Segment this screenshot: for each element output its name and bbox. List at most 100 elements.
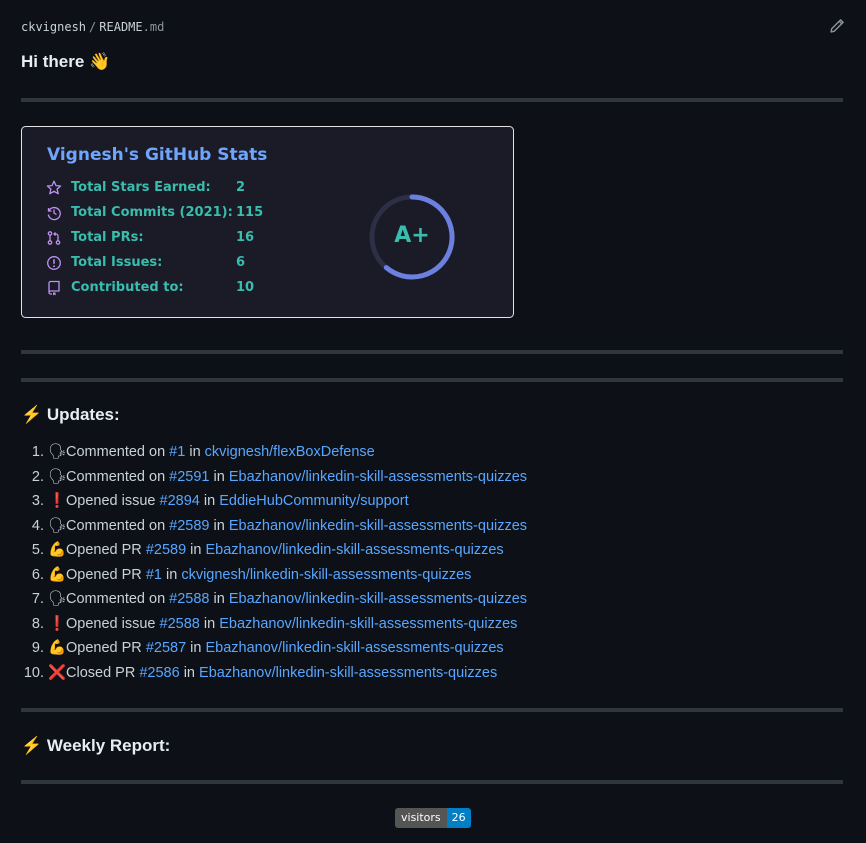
- item-number: 4.: [31, 517, 44, 534]
- stat-value: 6: [236, 255, 246, 270]
- repo-link[interactable]: Ebazhanov/linkedin-skill-assessments-qui…: [219, 616, 517, 632]
- in-text: in: [213, 468, 225, 485]
- repo-link[interactable]: Ebazhanov/linkedin-skill-assessments-qui…: [229, 518, 527, 534]
- activity-action: Commented on: [66, 591, 166, 607]
- repo-icon: [48, 280, 60, 296]
- stat-label: Total Issues:: [71, 255, 163, 270]
- rank-grade: A+: [394, 223, 430, 248]
- stat-label: Contributed to:: [71, 280, 184, 295]
- issue-link[interactable]: #2587: [146, 640, 186, 656]
- in-text: in: [165, 566, 178, 583]
- greeting-heading: Hi there 👋: [21, 52, 110, 72]
- weekly-report-heading: ⚡ Weekly Report:: [21, 736, 170, 756]
- breadcrumb-separator: /: [89, 20, 97, 34]
- activity-action: Opened issue: [66, 615, 156, 632]
- in-text: in: [189, 444, 201, 460]
- in-text: in: [190, 542, 202, 558]
- activity-icon: 💪: [48, 566, 67, 583]
- issue-link[interactable]: #1: [169, 444, 185, 460]
- update-item: 6. 💪Opened PR #1 in ckvignesh/linkedin-sk…: [21, 563, 527, 588]
- issue-link[interactable]: #2589: [169, 518, 209, 534]
- activity-action: Opened issue: [66, 493, 156, 509]
- activity-action: Opened PR: [66, 640, 142, 656]
- issue-icon: [47, 256, 61, 270]
- activity-icon: ❌: [48, 664, 67, 681]
- activity-action: Commented on: [66, 468, 166, 485]
- item-number: 7.: [31, 591, 44, 607]
- activity-icon: 🗣: [48, 591, 67, 607]
- divider: [21, 780, 843, 784]
- updates-list: 1. 🗣Commented on #1 in ckvignesh/flexBoxD…: [21, 440, 527, 685]
- item-number: 9.: [31, 640, 44, 656]
- activity-icon: ❗: [48, 615, 67, 632]
- activity-action: Commented on: [66, 444, 166, 460]
- repo-link[interactable]: EddieHubCommunity/support: [219, 493, 408, 509]
- stats-card-title: Vignesh's GitHub Stats: [47, 145, 268, 165]
- activity-icon: ❗: [48, 493, 67, 509]
- in-text: in: [213, 591, 225, 607]
- stat-value: 10: [236, 280, 255, 295]
- in-text: in: [203, 493, 216, 509]
- issue-link[interactable]: #1: [146, 567, 162, 583]
- issue-link[interactable]: #2591: [169, 469, 209, 485]
- item-number: 2.: [31, 468, 44, 485]
- in-text: in: [203, 615, 216, 632]
- update-item: 1. 🗣Commented on #1 in ckvignesh/flexBoxD…: [21, 440, 527, 465]
- item-number: 6.: [31, 566, 44, 583]
- issue-link[interactable]: #2894: [160, 493, 200, 509]
- issue-link[interactable]: #2588: [169, 591, 209, 607]
- update-item: 8. ❗Opened issue #2588 in Ebazhanov/linke…: [21, 612, 527, 637]
- repo-link[interactable]: Ebazhanov/linkedin-skill-assessments-qui…: [199, 665, 497, 681]
- breadcrumb-owner[interactable]: ckvignesh: [21, 20, 86, 34]
- activity-icon: 💪: [48, 640, 67, 656]
- item-number: 3.: [31, 493, 44, 509]
- activity-icon: 💪: [48, 542, 67, 558]
- update-item: 4. 🗣Commented on #2589 in Ebazhanov/linke…: [21, 514, 527, 539]
- lightning-icon: ⚡: [21, 405, 43, 424]
- update-item: 9. 💪Opened PR #2587 in Ebazhanov/linkedin…: [21, 636, 527, 661]
- updates-heading-text: Updates:: [46, 405, 120, 424]
- breadcrumb: ckvignesh / README.md: [21, 20, 164, 34]
- activity-icon: 🗣: [48, 444, 67, 460]
- repo-link[interactable]: ckvignesh/linkedin-skill-assessments-qui…: [181, 567, 471, 583]
- repo-link[interactable]: Ebazhanov/linkedin-skill-assessments-qui…: [206, 640, 504, 656]
- divider: [21, 98, 843, 102]
- update-item: 7. 🗣Commented on #2588 in Ebazhanov/linke…: [21, 587, 527, 612]
- activity-action: Closed PR: [66, 664, 136, 681]
- divider: [21, 378, 843, 382]
- activity-action: Commented on: [66, 517, 166, 534]
- issue-link[interactable]: #2589: [146, 542, 186, 558]
- repo-link[interactable]: Ebazhanov/linkedin-skill-assessments-qui…: [229, 591, 527, 607]
- item-number: 10.: [23, 664, 44, 681]
- issue-link[interactable]: #2588: [160, 616, 200, 632]
- pencil-icon[interactable]: [829, 18, 845, 34]
- stat-label: Total Stars Earned:: [71, 180, 211, 195]
- in-text: in: [190, 640, 202, 656]
- repo-link[interactable]: Ebazhanov/linkedin-skill-assessments-qui…: [229, 469, 527, 485]
- activity-icon: 🗣: [48, 468, 67, 485]
- visitors-badge-label: visitors: [395, 808, 447, 828]
- stat-value: 115: [236, 205, 264, 220]
- greeting-text: Hi there: [21, 52, 85, 71]
- update-item: 5. 💪Opened PR #2589 in Ebazhanov/linkedin…: [21, 538, 527, 563]
- stat-value: 2: [236, 180, 246, 195]
- rank-circle: A+: [368, 193, 456, 281]
- divider: [21, 708, 843, 712]
- lightning-icon: ⚡: [21, 736, 43, 755]
- in-text: in: [183, 664, 195, 681]
- divider: [21, 350, 843, 354]
- in-text: in: [213, 517, 225, 534]
- item-number: 8.: [31, 615, 44, 632]
- star-icon: [46, 180, 62, 195]
- issue-link[interactable]: #2586: [139, 665, 179, 681]
- visitors-badge-count: 26: [446, 808, 471, 828]
- repo-link[interactable]: ckvignesh/flexBoxDefense: [205, 444, 375, 460]
- item-number: 1.: [31, 444, 44, 460]
- activity-action: Opened PR: [66, 542, 142, 558]
- repo-link[interactable]: Ebazhanov/linkedin-skill-assessments-qui…: [206, 542, 504, 558]
- update-item: 2. 🗣Commented on #2591 in Ebazhanov/linke…: [21, 465, 527, 490]
- stat-label: Total PRs:: [71, 230, 144, 245]
- stat-value: 16: [236, 230, 255, 245]
- file-header: ckvignesh / README.md: [21, 18, 845, 36]
- updates-heading: ⚡ Updates:: [21, 405, 120, 425]
